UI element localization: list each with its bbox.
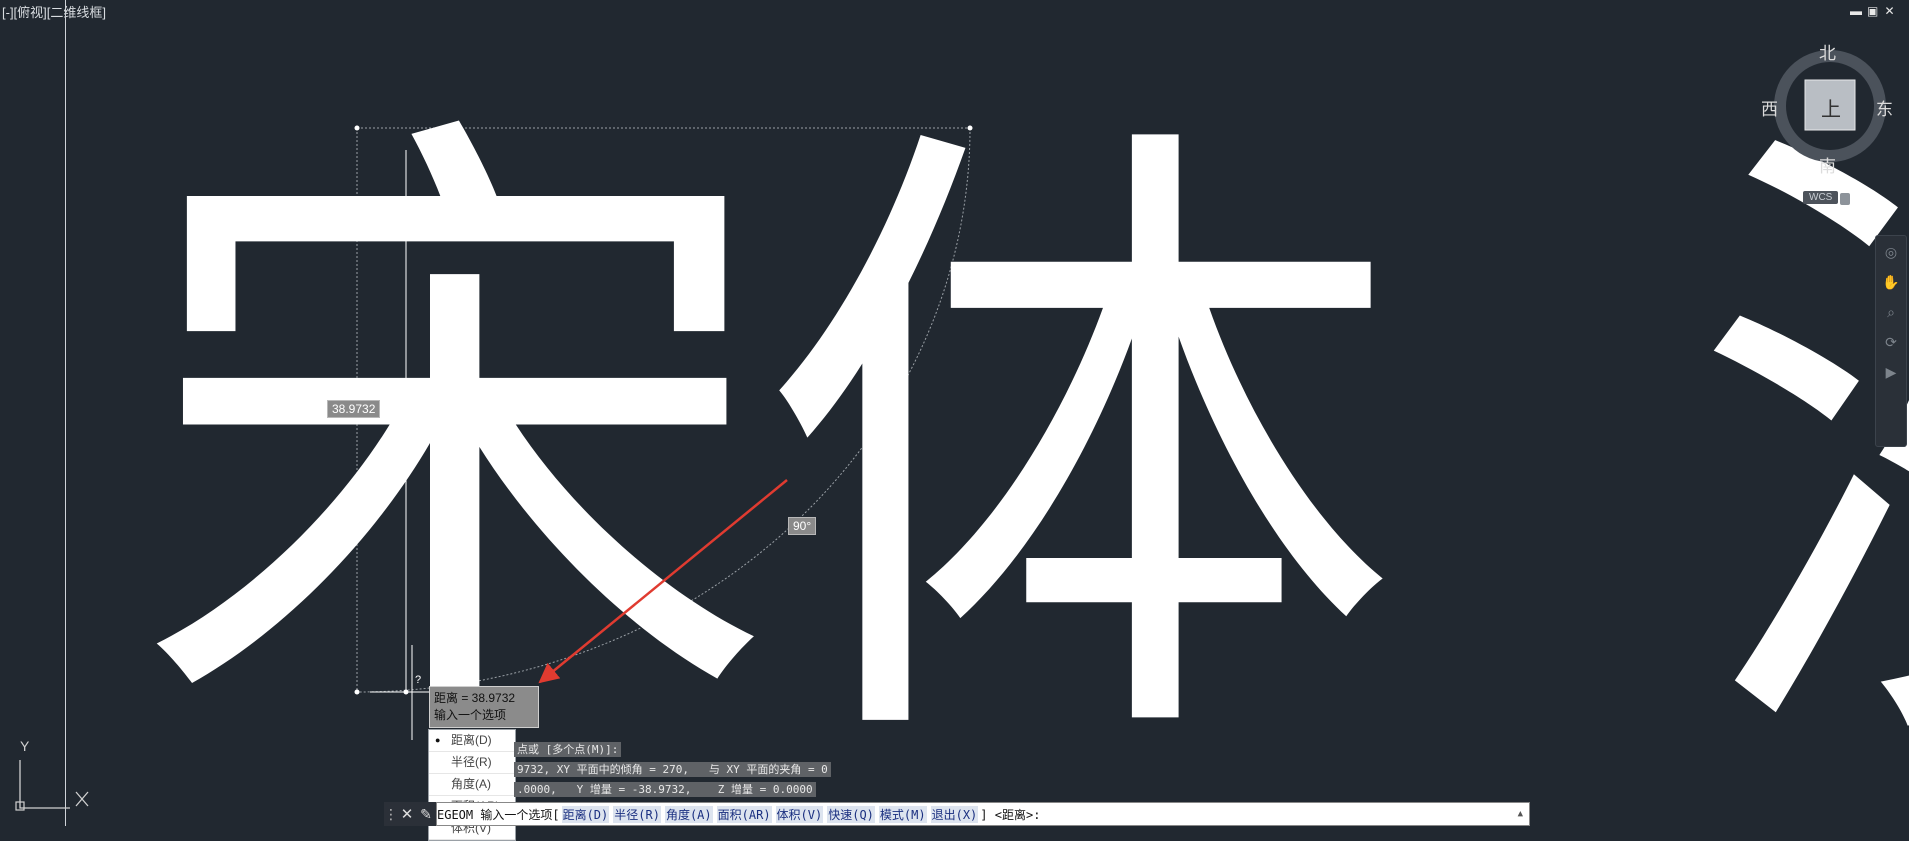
text-char-3[interactable]: 沙 [1690,76,1909,821]
cmd-option-angle[interactable]: 角度(A) [664,805,713,823]
cmd-option-radius[interactable]: 半径(R) [613,805,661,823]
orbit-icon[interactable]: ⟳ [1880,334,1902,356]
text-char-2[interactable]: 体 [760,76,1400,821]
navigation-bar: ◎ ✋ ⌕ ⟳ ▶ [1875,235,1907,447]
viewcube-south[interactable]: 南 [1819,152,1836,177]
option-angle[interactable]: 角度(A) [429,774,515,796]
viewcube-east[interactable]: 东 [1876,95,1893,120]
option-distance[interactable]: 距离(D) [429,730,515,752]
steering-wheel-icon[interactable]: ◎ [1880,244,1902,266]
option-radius[interactable]: 半径(R) [429,752,515,774]
dynamic-input-tooltip: 距离 = 38.9732 输入一个选项 [429,686,539,728]
close-command-icon[interactable]: ✕ [398,805,416,823]
command-history-line: .0000, Y 增量 = -38.9732, Z 增量 = 0.0000 [514,782,816,797]
viewcube-face-label[interactable]: 上 [1821,93,1841,122]
showmotion-icon[interactable]: ▶ [1880,364,1902,386]
ucs-y-label: Y [20,738,30,754]
viewcube-west[interactable]: 西 [1761,95,1778,120]
zoom-icon[interactable]: ⌕ [1880,304,1902,326]
wcs-dropdown-icon[interactable] [1840,193,1850,205]
cmd-option-volume[interactable]: 体积(V) [775,805,824,823]
history-expand-icon[interactable]: ▲ [1518,809,1529,819]
cmd-option-quick[interactable]: 快速(Q) [827,805,875,823]
viewcube-north[interactable]: 北 [1819,39,1836,64]
command-bar: ⋮ ✕ ✎ EGEOM 输入一个选项[ 距离(D) 半径(R) 角度(A) 面积… [384,802,1530,826]
command-prefix: EGEOM 输入一个选项[ [437,807,560,822]
wrench-icon[interactable]: ✎ [416,806,436,823]
grip-handle-icon[interactable]: ⋮ [384,802,398,826]
ucs-x-axis-icon [75,791,89,807]
tooltip-distance: 距离 = 38.9732 [434,691,516,705]
command-history-line: 9732, XY 平面中的倾角 = 270, 与 XY 平面的夹角 = 0 [514,762,831,777]
command-suffix: ] <距离>: [980,807,1041,822]
cmd-option-exit[interactable]: 退出(X) [930,805,979,823]
drawing-canvas[interactable]: 宋 体 沙 [0,0,1909,826]
cursor-help-icon: ? [415,674,422,686]
command-history-line: 点或 [多个点(M)]: [514,742,622,757]
angle-dimension-label: 90° [788,517,817,535]
distance-dimension-label: 38.9732 [327,400,381,418]
cmd-option-mode[interactable]: 模式(M) [878,805,927,823]
cmd-option-area[interactable]: 面积(AR) [716,805,772,823]
cmd-option-distance[interactable]: 距离(D) [561,805,610,823]
command-line-input[interactable]: EGEOM 输入一个选项[ 距离(D) 半径(R) 角度(A) 面积(AR) 体… [436,802,1530,826]
pan-icon[interactable]: ✋ [1880,274,1902,296]
tooltip-prompt: 输入一个选项 [434,708,507,722]
wcs-menu[interactable]: WCS [1803,191,1839,204]
ucs-icon [19,760,70,809]
